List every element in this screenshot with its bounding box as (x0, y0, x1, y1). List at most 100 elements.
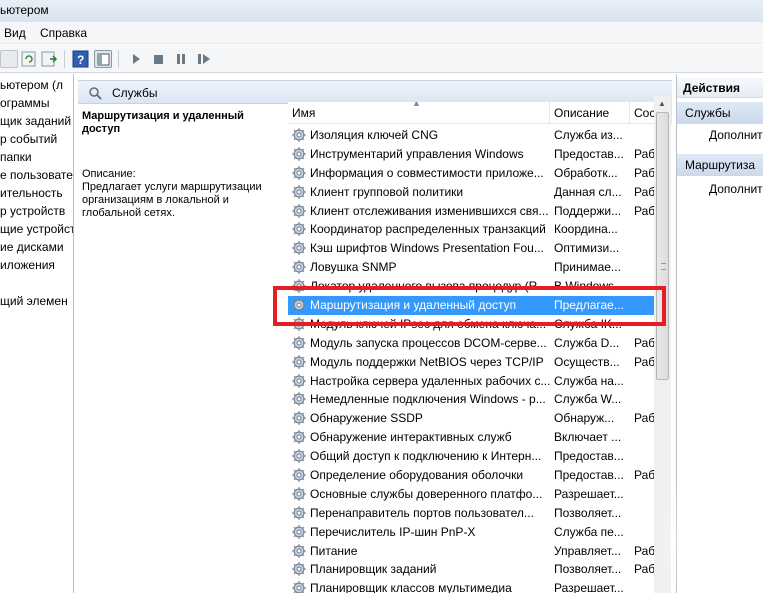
gear-icon (292, 241, 306, 256)
service-row[interactable]: Клиент отслеживания изменившихся свя... П… (288, 202, 662, 221)
column-header-name[interactable]: Имя (288, 102, 550, 124)
gear-icon (292, 562, 306, 577)
service-description: Предостав... (554, 449, 624, 464)
service-row[interactable]: Ловушка SNMP Принимае... (288, 258, 662, 277)
help-icon[interactable]: ? (72, 50, 90, 68)
service-description: Служба из... (554, 128, 623, 142)
annotation-highlight-box (273, 286, 666, 326)
export-icon[interactable] (40, 50, 58, 68)
menu-view[interactable]: Вид (4, 26, 26, 40)
tree-item[interactable]: р устройств (0, 204, 65, 222)
service-description: Разрешает... (554, 581, 624, 593)
menu-help[interactable]: Справка (40, 26, 87, 40)
tree-item[interactable]: папки (0, 150, 32, 168)
stop-icon[interactable] (150, 50, 168, 68)
service-row[interactable]: Информация о совместимости приложе... Обр… (288, 164, 662, 183)
tree-item[interactable]: е пользовате (0, 168, 73, 186)
services-rows: Изоляция ключей CNG Служба из... Инструмен… (288, 126, 662, 593)
title-bar: ьютером (0, 0, 763, 22)
gear-icon (292, 203, 306, 218)
service-description: Служба на... (554, 373, 624, 388)
service-row[interactable]: Перечислитель IP-шин PnP-X Служба пе... (288, 523, 662, 542)
service-row[interactable]: Общий доступ к подключению к Интерн... Пр… (288, 447, 662, 466)
service-name: Координатор распределенных транзакций (310, 222, 546, 237)
service-name: Планировщик классов мультимедиа (310, 581, 512, 593)
gear-icon (292, 222, 306, 237)
start-icon[interactable] (127, 50, 145, 68)
gear-icon (292, 543, 306, 558)
service-name: Перенаправитель портов пользовател... (310, 505, 534, 520)
service-description: Управляет... (554, 543, 621, 558)
tree-item[interactable]: щий элемен (0, 294, 68, 312)
service-row[interactable]: Клиент групповой политики Данная сл... Раб (288, 183, 662, 202)
actions-header: Действия (677, 78, 763, 98)
image-edge-overlay (655, 460, 763, 593)
service-row[interactable]: Обнаружение SSDP Обнаруж... Раб (288, 409, 662, 428)
services-list: ▲ Имя Описание Сос Изоляция ключей CNG Сл… (288, 102, 672, 593)
service-row[interactable]: Модуль поддержки NetBIOS через TCP/IP Осу… (288, 353, 662, 372)
service-row[interactable]: Определение оборудования оболочки Предост… (288, 466, 662, 485)
service-name: Клиент групповой политики (310, 184, 464, 199)
service-row[interactable]: Немедленные подключения Windows - р... Сл… (288, 390, 662, 409)
actions-section-routing[interactable]: Маршрутиза (677, 154, 763, 176)
service-row[interactable]: Кэш шрифтов Windows Presentation Fou... О… (288, 239, 662, 258)
menu-bar: Вид Справка (0, 22, 763, 44)
gear-icon (292, 581, 306, 593)
restart-icon[interactable] (195, 50, 213, 68)
actions-section-services[interactable]: Службы (677, 102, 763, 124)
scrollbar-thumb[interactable] (656, 112, 669, 380)
service-name: Модуль поддержки NetBIOS через TCP/IP (310, 354, 544, 369)
service-description: Служба пе... (554, 524, 624, 539)
service-name: Клиент отслеживания изменившихся свя... (310, 203, 549, 218)
service-name: Общий доступ к подключению к Интерн... (310, 449, 542, 464)
service-row[interactable]: Перенаправитель портов пользовател... Поз… (288, 504, 662, 523)
service-row[interactable]: Настройка сервера удаленных рабочих с...… (288, 372, 662, 391)
services-panel: Службы Маршрутизация и удаленный доступ … (78, 74, 672, 593)
service-row[interactable]: Основные службы доверенного платфо... Раз… (288, 485, 662, 504)
scroll-up-icon[interactable]: ▲ (658, 99, 666, 108)
services-panel-header: Службы (78, 80, 672, 104)
actions-more-services[interactable]: Дополнит (709, 128, 763, 142)
gear-icon (292, 486, 306, 501)
service-description: Предостав... (554, 468, 624, 483)
service-description: Оптимизи... (554, 241, 620, 256)
service-row[interactable]: Изоляция ключей CNG Служба из... (288, 126, 662, 145)
service-description: Обнаруж... (554, 411, 615, 426)
service-row[interactable]: Обнаружение интерактивных служб Включает … (288, 428, 662, 447)
service-name: Немедленные подключения Windows - р... (310, 392, 546, 407)
tree-item[interactable]: ьютером (л (0, 78, 63, 96)
console-tree: ьютером (л ограммы щик заданий р событий… (0, 74, 74, 593)
refresh-icon[interactable] (20, 50, 38, 68)
service-name: Обнаружение интерактивных служб (310, 430, 512, 445)
service-name: Обнаружение SSDP (310, 411, 423, 426)
properties-icon[interactable] (0, 50, 18, 68)
search-icon (89, 87, 102, 100)
description-label: Описание: (82, 168, 136, 180)
column-header-description[interactable]: Описание (550, 102, 630, 124)
gear-icon (292, 468, 306, 483)
service-row[interactable]: Модуль запуска процессов DCOM-серве... Сл… (288, 334, 662, 353)
service-name: Изоляция ключей CNG (310, 128, 439, 142)
tree-item[interactable]: ограммы (0, 96, 50, 114)
tree-item[interactable]: ительность (0, 186, 63, 204)
tree-item[interactable]: иложения (0, 258, 55, 276)
service-description: Принимае... (554, 260, 621, 275)
gear-icon (292, 430, 306, 445)
tree-item[interactable]: щие устройст (0, 222, 73, 240)
service-row[interactable]: Планировщик заданий Позволяет... Раб (288, 560, 662, 579)
service-name: Ловушка SNMP (310, 260, 397, 275)
service-row[interactable]: Питание Управляет... Раб (288, 542, 662, 561)
service-row[interactable]: Планировщик классов мультимедиа Разрешает… (288, 579, 662, 593)
gear-icon (292, 335, 306, 350)
actions-more-routing[interactable]: Дополнит (709, 182, 763, 196)
service-row[interactable]: Координатор распределенных транзакций Коо… (288, 220, 662, 239)
pause-icon[interactable] (172, 50, 190, 68)
tree-item[interactable]: ие дисками (0, 240, 64, 258)
gear-icon (292, 411, 306, 426)
tree-item[interactable]: р событий (0, 132, 57, 150)
service-row[interactable]: Инструментарий управления Windows Предост… (288, 145, 662, 164)
service-name: Определение оборудования оболочки (310, 468, 524, 483)
tree-item[interactable]: щик заданий (0, 114, 71, 132)
service-description: Данная сл... (554, 184, 622, 199)
show-hide-console-tree-icon[interactable] (94, 50, 112, 68)
